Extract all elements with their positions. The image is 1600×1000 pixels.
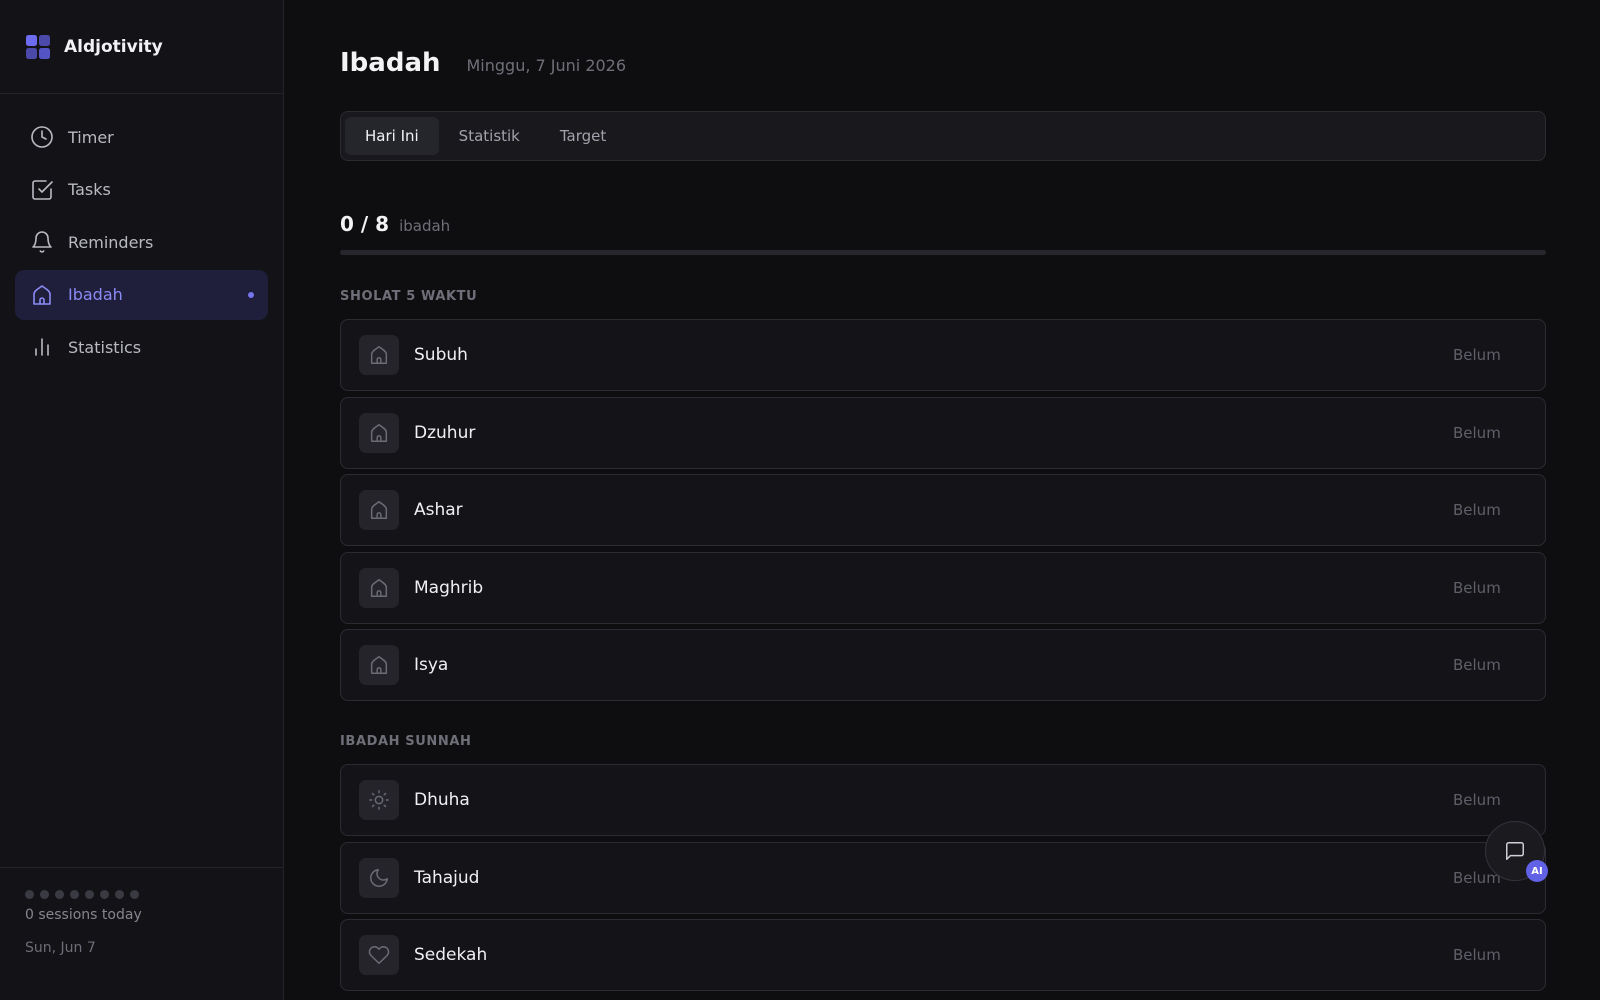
app-logo-icon (26, 34, 50, 59)
sidebar-date: Sun, Jun 7 (25, 940, 96, 956)
moon-icon (359, 857, 399, 898)
ai-chat-button[interactable]: AI (1485, 821, 1548, 882)
sidebar-nav: Timer Tasks Reminders Ibadah Statistics (0, 94, 283, 372)
ibadah-status: Belum (1453, 578, 1501, 597)
sidebar-footer: 0 sessions today Sun, Jun 7 (0, 867, 283, 1000)
ibadah-row-dhuha[interactable]: Dhuha Belum (340, 764, 1546, 836)
session-dot (85, 890, 94, 899)
tab-target[interactable]: Target (540, 117, 626, 155)
section-title-sholat: SHOLAT 5 WAKTU (340, 289, 478, 304)
ibadah-row-dzuhur[interactable]: Dzuhur Belum (340, 396, 1546, 469)
sidebar-item-reminders[interactable]: Reminders (15, 217, 268, 267)
ibadah-name: Dhuha (414, 790, 470, 810)
ibadah-name: Tahajud (414, 867, 480, 888)
sidebar-item-label: Reminders (68, 232, 154, 252)
ibadah-status: Belum (1453, 423, 1501, 442)
app-root: Aldjotivity Timer Tasks Reminders Ibadah… (0, 0, 1600, 1000)
ibadah-name: Ashar (414, 500, 463, 520)
page-date: Minggu, 7 Juni 2026 (466, 56, 627, 75)
ibadah-row-ashar[interactable]: Ashar Belum (340, 474, 1546, 546)
ibadah-status: Belum (1453, 501, 1501, 519)
page-title: Ibadah (340, 48, 441, 78)
progress-count: 0 / 8 (340, 212, 390, 236)
section-title-sunnah: IBADAH SUNNAH (340, 734, 472, 749)
session-dot (115, 890, 124, 899)
tab-hari-ini[interactable]: Hari Ini (345, 117, 439, 155)
bar-chart-icon (30, 335, 54, 359)
sunnah-list: Dhuha Belum Tahajud Belum Sedekah Belum (340, 764, 1546, 997)
chat-icon (1504, 840, 1526, 862)
mosque-icon (359, 490, 399, 530)
brand[interactable]: Aldjotivity (0, 0, 283, 94)
app-name: Aldjotivity (64, 36, 163, 57)
page-header: Ibadah Minggu, 7 Juni 2026 (340, 48, 626, 78)
session-dots (25, 890, 258, 899)
sholat-list: Subuh Belum Dzuhur Belum Ashar Belum Mag… (340, 319, 1546, 707)
ibadah-row-isya[interactable]: Isya Belum (340, 629, 1546, 701)
session-dot (40, 890, 49, 899)
mosque-icon (359, 645, 399, 685)
mosque-icon (30, 283, 54, 307)
mosque-icon (359, 412, 399, 453)
clock-icon (30, 125, 54, 149)
ibadah-row-tahajud[interactable]: Tahajud Belum (340, 841, 1546, 914)
ibadah-name: Maghrib (414, 577, 484, 598)
tab-bar: Hari Ini Statistik Target (340, 111, 1546, 161)
session-dot (25, 890, 34, 899)
sidebar-item-statistics[interactable]: Statistics (15, 322, 268, 372)
active-indicator-dot (248, 291, 254, 298)
session-dot (55, 890, 64, 899)
progress-bar (340, 250, 1546, 255)
ibadah-name: Dzuhur (414, 422, 476, 443)
session-dot (70, 890, 79, 899)
sidebar-item-label: Ibadah (68, 285, 123, 304)
bell-icon (30, 230, 54, 254)
ibadah-status: Belum (1453, 791, 1501, 809)
sidebar: Aldjotivity Timer Tasks Reminders Ibadah… (0, 0, 284, 1000)
sidebar-item-tasks[interactable]: Tasks (15, 165, 268, 215)
tab-statistik[interactable]: Statistik (439, 117, 540, 155)
progress-unit: ibadah (399, 217, 451, 235)
ibadah-name: Sedekah (414, 945, 488, 965)
ibadah-status: Belum (1453, 946, 1501, 964)
checkbox-icon (30, 178, 54, 202)
sidebar-item-ibadah[interactable]: Ibadah (15, 269, 268, 320)
sidebar-item-timer[interactable]: Timer (15, 112, 268, 162)
heart-icon (359, 935, 399, 975)
session-dot (100, 890, 109, 899)
ai-badge: AI (1526, 860, 1548, 882)
session-dot (130, 890, 139, 899)
ibadah-row-sedekah[interactable]: Sedekah Belum (340, 919, 1546, 991)
ibadah-name: Subuh (414, 345, 468, 365)
mosque-icon (359, 335, 399, 375)
sidebar-item-label: Tasks (68, 180, 111, 199)
mosque-icon (359, 567, 399, 608)
sidebar-item-label: Statistics (68, 337, 142, 357)
progress-label: 0 / 8 ibadah (340, 212, 450, 236)
ibadah-status: Belum (1453, 656, 1501, 674)
sun-icon (359, 780, 399, 820)
ibadah-row-maghrib[interactable]: Maghrib Belum (340, 551, 1546, 624)
ibadah-row-subuh[interactable]: Subuh Belum (340, 319, 1546, 391)
ibadah-name: Isya (414, 655, 449, 675)
sessions-today: 0 sessions today (25, 907, 142, 923)
ibadah-status: Belum (1453, 346, 1501, 364)
sidebar-item-label: Timer (68, 127, 114, 147)
